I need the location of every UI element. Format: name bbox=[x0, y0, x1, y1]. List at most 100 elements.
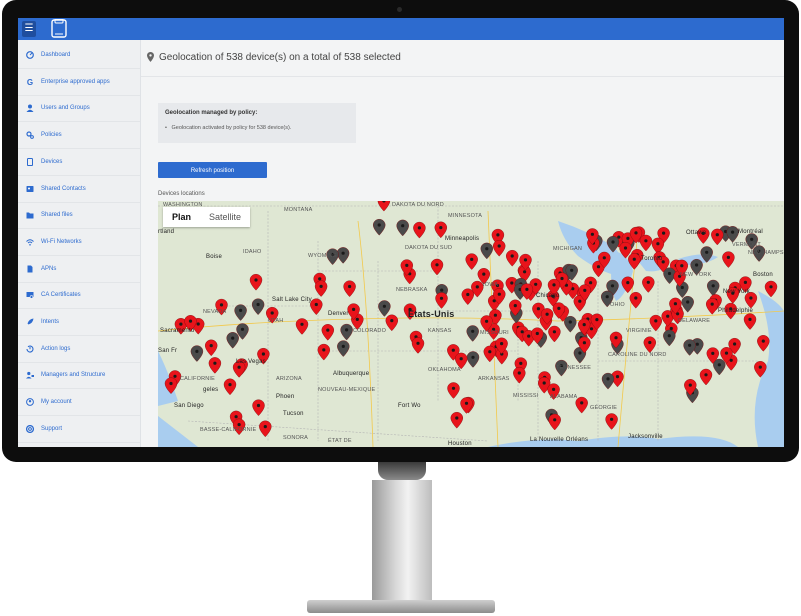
tab-satellite[interactable]: Satellite bbox=[200, 207, 250, 227]
device-pin[interactable] bbox=[699, 368, 713, 386]
device-pin[interactable] bbox=[465, 253, 478, 270]
device-pin[interactable] bbox=[606, 236, 620, 253]
device-pin[interactable] bbox=[378, 300, 391, 317]
sidebar-item-policies[interactable]: Policies bbox=[18, 122, 140, 150]
device-pin[interactable] bbox=[461, 288, 474, 305]
sidebar-item-action-logs[interactable]: Action logs bbox=[18, 336, 140, 363]
device-pin[interactable] bbox=[681, 295, 694, 313]
map-label-montana: MONTANA bbox=[284, 207, 313, 214]
device-pin[interactable] bbox=[548, 325, 561, 343]
sidebar-item-enterprise-approved-apps[interactable]: G Enterprise approved apps bbox=[18, 69, 140, 96]
device-pin[interactable] bbox=[506, 250, 519, 267]
device-pin[interactable] bbox=[757, 335, 770, 352]
phone-logo-icon[interactable] bbox=[44, 19, 74, 39]
device-pin[interactable] bbox=[629, 291, 642, 309]
map-label-los-angeles: geles bbox=[203, 386, 219, 393]
device-pin[interactable] bbox=[564, 315, 577, 333]
device-pin[interactable] bbox=[548, 413, 561, 431]
device-pin[interactable] bbox=[450, 411, 463, 429]
map-label-minneapolis: Minneapolis bbox=[445, 235, 480, 242]
sidebar-item-dashboard[interactable]: Dashboard bbox=[18, 42, 140, 69]
device-pin[interactable] bbox=[663, 329, 676, 347]
device-pin[interactable] bbox=[466, 351, 480, 368]
device-pin[interactable] bbox=[447, 382, 460, 399]
device-pin[interactable] bbox=[251, 298, 265, 315]
device-pin[interactable] bbox=[435, 292, 448, 309]
sidebar-item-devices[interactable]: Devices bbox=[18, 149, 140, 176]
sidebar-item-support[interactable]: Support bbox=[18, 416, 140, 443]
device-pin[interactable] bbox=[460, 397, 473, 414]
sidebar-item-apns[interactable]: APNs bbox=[18, 256, 140, 283]
device-pin[interactable] bbox=[226, 332, 239, 349]
device-pin[interactable] bbox=[483, 345, 496, 363]
map-section-label: Devices locations bbox=[158, 191, 205, 197]
map-label-tennessee: TENNESSEE bbox=[556, 364, 592, 371]
map-label-sonora: SONORA bbox=[283, 434, 309, 441]
device-pin[interactable] bbox=[601, 372, 615, 390]
device-pin[interactable] bbox=[722, 251, 735, 268]
device-pin[interactable] bbox=[249, 273, 263, 291]
device-pin[interactable] bbox=[336, 247, 350, 264]
device-map[interactable]: Plan Satellite WASHINGTON MONTANA DAKOTA D… bbox=[158, 201, 784, 447]
map-label-mississippi: MISSISSI bbox=[513, 393, 539, 400]
device-pin[interactable] bbox=[372, 219, 386, 236]
device-pin[interactable] bbox=[764, 280, 778, 298]
device-pin[interactable] bbox=[317, 343, 331, 361]
map-type-toggle[interactable]: Plan Satellite bbox=[163, 207, 251, 227]
sidebar-item-my-account[interactable]: My account bbox=[18, 389, 140, 417]
device-pin[interactable] bbox=[340, 323, 353, 341]
refresh-position-button[interactable]: Refresh position bbox=[158, 162, 267, 178]
device-pin[interactable] bbox=[605, 413, 618, 430]
device-pin[interactable] bbox=[707, 279, 720, 297]
device-pin[interactable] bbox=[377, 201, 391, 212]
device-pin[interactable] bbox=[480, 242, 493, 260]
sidebar-item-ca-certificates[interactable]: CA Certificates bbox=[18, 282, 140, 310]
sidebar-item-shared-contacts[interactable]: Shared Contacts bbox=[18, 176, 140, 203]
device-pin[interactable] bbox=[642, 276, 655, 293]
device-pin[interactable] bbox=[621, 276, 634, 294]
device-pin[interactable] bbox=[252, 399, 265, 416]
tab-plan[interactable]: Plan bbox=[163, 207, 200, 227]
device-pin[interactable] bbox=[639, 234, 653, 252]
sidebar-item-intents[interactable]: Intents bbox=[18, 309, 140, 336]
device-pin[interactable] bbox=[726, 226, 739, 243]
device-pin[interactable] bbox=[411, 337, 425, 354]
device-pin[interactable] bbox=[337, 340, 350, 357]
device-pin[interactable] bbox=[700, 246, 713, 263]
device-pin[interactable] bbox=[575, 396, 588, 414]
device-pin[interactable] bbox=[711, 228, 724, 246]
device-pin[interactable] bbox=[743, 313, 757, 330]
device-pin[interactable] bbox=[321, 324, 335, 341]
device-pin[interactable] bbox=[295, 318, 309, 335]
device-pin[interactable] bbox=[466, 325, 479, 342]
device-pin[interactable] bbox=[343, 280, 356, 297]
sidebar-item-wi-fi-networks[interactable]: Wi-Fi Networks bbox=[18, 229, 140, 256]
device-pin[interactable] bbox=[513, 366, 526, 384]
device-pin[interactable] bbox=[628, 253, 641, 270]
device-pin[interactable] bbox=[310, 298, 323, 315]
device-pin[interactable] bbox=[223, 378, 237, 396]
menu-toggle-icon[interactable]: ☰ bbox=[22, 21, 36, 37]
map-label-kansas: KANSAS bbox=[428, 327, 452, 334]
device-pin[interactable] bbox=[205, 339, 218, 357]
sidebar-item-shared-files[interactable]: Shared files bbox=[18, 202, 140, 230]
device-pin[interactable] bbox=[493, 240, 506, 257]
device-pin[interactable] bbox=[164, 377, 178, 394]
device-pin[interactable] bbox=[683, 339, 696, 356]
device-pin[interactable] bbox=[259, 420, 272, 438]
device-pin[interactable] bbox=[430, 258, 444, 276]
map-label-delaware: DELAWARE bbox=[678, 317, 711, 324]
sidebar-item-users-and-groups[interactable]: Users and Groups bbox=[18, 95, 140, 123]
device-pin[interactable] bbox=[208, 357, 222, 374]
device-pin[interactable] bbox=[706, 298, 719, 315]
device-pin[interactable] bbox=[385, 314, 399, 332]
device-pin[interactable] bbox=[314, 280, 328, 297]
device-pin[interactable] bbox=[413, 221, 426, 239]
device-pin[interactable] bbox=[643, 336, 656, 353]
device-pin[interactable] bbox=[651, 237, 665, 255]
sidebar-item-managers-and-structure[interactable]: Managers and Structure bbox=[18, 362, 140, 390]
device-pin[interactable] bbox=[190, 345, 204, 362]
device-pin[interactable] bbox=[754, 361, 767, 378]
device-pin[interactable] bbox=[396, 219, 409, 237]
device-pin[interactable] bbox=[234, 304, 247, 321]
